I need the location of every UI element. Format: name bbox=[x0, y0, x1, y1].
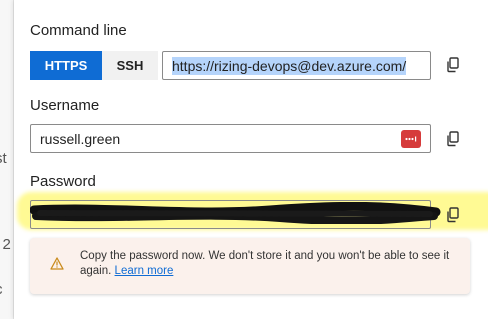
background-text-fragment: c bbox=[0, 281, 3, 298]
username-field[interactable]: russell.green bbox=[30, 124, 431, 153]
username-label: Username bbox=[30, 97, 100, 114]
copy-icon[interactable] bbox=[446, 57, 460, 73]
background-text-fragment: l 2 bbox=[0, 236, 11, 253]
copy-icon[interactable] bbox=[446, 131, 460, 147]
learn-more-link[interactable]: Learn more bbox=[115, 265, 174, 277]
background-page: st l 2 c bbox=[0, 0, 14, 319]
notice-message: Copy the password now. We don't store it… bbox=[80, 249, 460, 279]
redaction-scribble bbox=[30, 202, 441, 224]
clone-credentials-panel: Command line HTTPS SSH https://rizing-de… bbox=[14, 0, 488, 319]
clone-url-field[interactable]: https://rizing-devops@dev.azure.com/ bbox=[162, 51, 431, 80]
command-line-label: Command line bbox=[30, 22, 127, 39]
password-label: Password bbox=[30, 173, 96, 190]
ssh-button[interactable]: SSH bbox=[102, 51, 158, 80]
warning-icon bbox=[50, 257, 64, 275]
username-value: russell.green bbox=[40, 130, 121, 147]
password-notice: Copy the password now. We don't store it… bbox=[30, 238, 470, 294]
copy-icon[interactable] bbox=[446, 207, 460, 223]
https-button[interactable]: HTTPS bbox=[30, 51, 102, 80]
password-manager-icon[interactable] bbox=[401, 130, 421, 148]
clone-url-text: https://rizing-devops@dev.azure.com/ bbox=[172, 56, 407, 75]
background-text-fragment: st bbox=[0, 150, 7, 167]
